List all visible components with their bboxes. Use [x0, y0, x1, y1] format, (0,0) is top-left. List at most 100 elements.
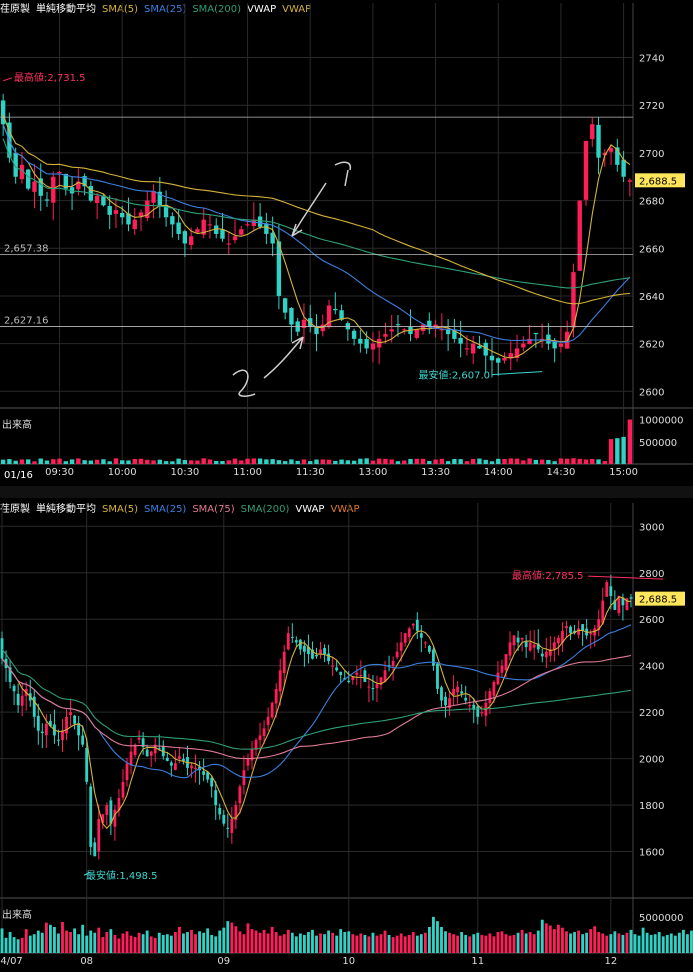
volume-bar — [133, 937, 137, 953]
candle-body — [528, 642, 532, 651]
volume-bar — [371, 932, 375, 953]
candle-body — [540, 653, 544, 657]
candle-body — [194, 767, 197, 769]
candle-body — [266, 716, 270, 725]
volume-bar — [276, 460, 282, 464]
volume-bar — [161, 934, 165, 953]
volume-bar — [480, 934, 484, 953]
volume-bar — [408, 458, 413, 464]
volume-bar — [483, 459, 488, 464]
candle-body — [195, 229, 200, 233]
candle-body — [389, 329, 394, 332]
volume-bar — [552, 461, 557, 464]
volume-bar — [669, 933, 673, 953]
volume-tick-label: 500000 — [639, 438, 677, 449]
volume-bar — [178, 926, 181, 953]
candle-body — [359, 674, 363, 676]
volume-bar — [270, 926, 274, 953]
volume-bar — [307, 932, 310, 953]
volume-bar — [76, 458, 81, 464]
volume-bar — [470, 458, 476, 464]
volume-bar — [468, 936, 472, 953]
volume-bar — [527, 458, 532, 464]
volume-bar — [415, 935, 419, 953]
volume-bar — [363, 934, 367, 953]
volume-bar — [286, 929, 290, 953]
candle-body — [533, 332, 539, 335]
volume-bar — [138, 458, 144, 464]
volume-bar — [207, 459, 213, 464]
volume-bar — [609, 934, 613, 953]
sma75-line — [1, 654, 632, 760]
volume-bar — [323, 934, 326, 953]
volume-bar — [69, 932, 72, 953]
candle-body — [577, 200, 582, 271]
candle-body — [351, 330, 357, 339]
candle-body — [512, 635, 516, 646]
volume-bar — [113, 458, 119, 464]
volume-bar — [320, 459, 325, 464]
volume-bar — [370, 460, 376, 464]
high-price-label: 最高値:2,785.5 — [512, 569, 584, 582]
volume-bar — [214, 460, 219, 464]
volume-bar — [289, 459, 294, 464]
volume-bar — [182, 460, 188, 464]
candle-body — [489, 355, 495, 361]
volume-bar — [188, 460, 194, 464]
volume-bar — [82, 460, 87, 464]
candle-body — [521, 343, 526, 348]
candle-body — [61, 730, 64, 741]
volume-bar — [533, 459, 539, 464]
volume-bar — [420, 458, 426, 464]
candle-body — [444, 696, 447, 706]
volume-bar — [343, 932, 347, 953]
candle-body — [407, 628, 411, 637]
candle-body — [0, 100, 6, 125]
volume-bar — [88, 460, 94, 464]
candle-body — [69, 712, 72, 716]
volume-bar — [564, 458, 570, 464]
volume-bar — [335, 935, 339, 953]
volume-tick-label: 5000000 — [639, 913, 684, 924]
volume-bars — [0, 419, 633, 464]
candle-body — [470, 343, 476, 354]
volume-bar — [585, 932, 589, 953]
volume-bar — [345, 460, 351, 464]
y-tick-label: 2680 — [639, 197, 664, 208]
candle-body — [589, 633, 593, 635]
volume-bar — [601, 933, 605, 953]
volume-bar — [489, 461, 495, 464]
candle-body — [138, 212, 144, 217]
candle-body — [502, 357, 507, 361]
volume-bar — [552, 929, 556, 953]
annotation-arrow — [291, 182, 327, 237]
volume-bar — [38, 458, 43, 464]
volume-bar — [583, 459, 589, 464]
volume-bar — [608, 439, 614, 464]
y-tick-label: 2600 — [639, 387, 664, 398]
volume-bar — [190, 929, 193, 953]
volume-bar — [157, 459, 163, 464]
candle-body — [282, 651, 286, 674]
candle-body — [581, 624, 585, 631]
candle-body — [226, 243, 231, 245]
volume-bar — [657, 932, 661, 953]
volume-bar — [20, 937, 24, 953]
candle-body — [270, 702, 274, 718]
volume-bar — [423, 932, 427, 953]
volume-bar — [270, 459, 275, 464]
candle-body — [520, 637, 524, 640]
candle-body — [170, 216, 175, 225]
volume-bar — [458, 459, 463, 464]
volume-bar — [464, 934, 468, 953]
volume-bar — [452, 458, 457, 464]
volume-bar — [502, 458, 507, 464]
volume-bar — [558, 458, 564, 464]
candle-body — [339, 671, 343, 675]
volume-bar — [81, 924, 85, 953]
candle-body — [395, 324, 401, 326]
candle-body — [629, 597, 633, 599]
candle-body — [363, 670, 367, 682]
volume-bar — [257, 458, 263, 464]
y-tick-label: 2660 — [639, 244, 664, 255]
